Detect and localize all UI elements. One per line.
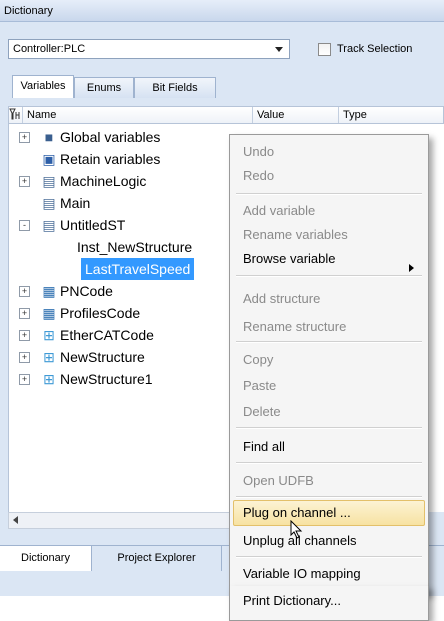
scroll-left-icon[interactable]	[13, 516, 18, 524]
menu-separator	[236, 427, 422, 429]
tab-enums[interactable]: Enums	[74, 77, 134, 98]
structure-icon: ⊞	[43, 371, 55, 387]
tree-item-label: MachineLogic	[60, 173, 147, 189]
controller-select-value: Controller:PLC	[13, 43, 86, 55]
tree-item-label: NewStructure	[60, 349, 145, 365]
menu-item-open-udfb[interactable]: Open UDFB	[243, 469, 314, 493]
expand-icon[interactable]: +	[19, 330, 30, 341]
retain-variables-icon: ▣	[42, 151, 56, 167]
menu-separator	[236, 193, 422, 195]
menu-item-print-dictionary[interactable]: Print Dictionary...	[243, 589, 341, 613]
code-module-icon: ▦	[42, 305, 56, 321]
menu-item-browse-variable[interactable]: Browse variable	[243, 247, 336, 271]
column-value[interactable]: Value	[253, 107, 339, 123]
menu-item-variable-io-mapping[interactable]: Variable IO mapping	[243, 562, 361, 586]
context-menu-bottom: Print Dictionary...	[229, 586, 429, 621]
panel-title: Dictionary	[0, 0, 444, 22]
column-header: Name Value Type	[8, 106, 444, 124]
menu-item-copy[interactable]: Copy	[243, 348, 273, 372]
track-selection-checkbox[interactable]: Track Selection	[318, 41, 412, 57]
expand-icon[interactable]: +	[19, 308, 30, 319]
filter-icon[interactable]	[9, 107, 23, 123]
program-icon: ▤	[42, 217, 56, 233]
menu-item-add-variable[interactable]: Add variable	[243, 199, 315, 223]
structure-icon: ⊞	[43, 327, 55, 343]
tree-item-label: Retain variables	[60, 151, 161, 167]
tree-item-label: Global variables	[60, 129, 161, 145]
tab-label: Dictionary	[21, 552, 70, 564]
menu-item-add-structure[interactable]: Add structure	[243, 287, 320, 311]
tab-label: Variables	[20, 80, 66, 92]
tree-item-label: Main	[60, 195, 91, 211]
column-type[interactable]: Type	[339, 107, 444, 123]
menu-item-redo[interactable]: Redo	[243, 164, 274, 188]
menu-item-delete[interactable]: Delete	[243, 400, 281, 424]
menu-separator	[236, 496, 422, 498]
tab-label: Project Explorer	[117, 552, 196, 564]
program-icon: ▤	[42, 195, 56, 211]
track-selection-label: Track Selection	[337, 43, 413, 55]
menu-separator	[236, 462, 422, 464]
tree-item-label: UntitledST	[60, 217, 126, 233]
program-icon: ▤	[42, 173, 56, 189]
expand-icon[interactable]: +	[19, 286, 30, 297]
tab-project-explorer[interactable]: Project Explorer	[92, 546, 222, 571]
tree-item-label: PNCode	[60, 283, 113, 299]
tab-bit-fields[interactable]: Bit Fields	[134, 77, 216, 98]
tree-item-label: NewStructure1	[60, 371, 153, 387]
code-module-icon: ▦	[42, 283, 56, 299]
chevron-down-icon[interactable]	[275, 47, 283, 52]
menu-separator	[236, 341, 422, 343]
tree-item-label: Inst_NewStructure	[77, 239, 193, 255]
collapse-icon[interactable]: -	[19, 220, 30, 231]
menu-item-find-all[interactable]: Find all	[243, 435, 285, 459]
menu-item-rename-variables[interactable]: Rename variables	[243, 223, 348, 247]
menu-separator	[236, 556, 422, 558]
column-name[interactable]: Name	[23, 107, 253, 123]
menu-item-rename-structure[interactable]: Rename structure	[243, 315, 346, 339]
expand-icon[interactable]: +	[19, 132, 30, 143]
tab-label: Enums	[86, 82, 122, 94]
structure-icon: ⊞	[43, 349, 55, 365]
tab-label: Bit Fields	[152, 82, 198, 94]
tree-item-label: LastTravelSpeed	[81, 258, 195, 280]
menu-item-paste[interactable]: Paste	[243, 374, 276, 398]
mouse-cursor-icon	[290, 520, 303, 539]
menu-item-undo[interactable]: Undo	[243, 140, 274, 164]
global-variables-icon: ■	[44, 129, 54, 145]
tab-variables[interactable]: Variables	[12, 75, 74, 98]
expand-icon[interactable]: +	[19, 176, 30, 187]
controller-select[interactable]: Controller:PLC	[8, 39, 290, 59]
horizontal-scrollbar[interactable]	[8, 512, 230, 529]
menu-separator	[236, 275, 422, 277]
tree-item-label: EtherCATCode	[60, 327, 154, 343]
expand-icon[interactable]: +	[19, 352, 30, 363]
checkbox-icon[interactable]	[318, 42, 331, 56]
expand-icon[interactable]: +	[19, 374, 30, 385]
tree-item-label: ProfilesCode	[60, 305, 141, 321]
submenu-arrow-icon	[409, 264, 414, 272]
tab-dictionary[interactable]: Dictionary	[0, 546, 92, 571]
context-menu: Undo Redo Add variable Rename variables …	[229, 134, 429, 594]
